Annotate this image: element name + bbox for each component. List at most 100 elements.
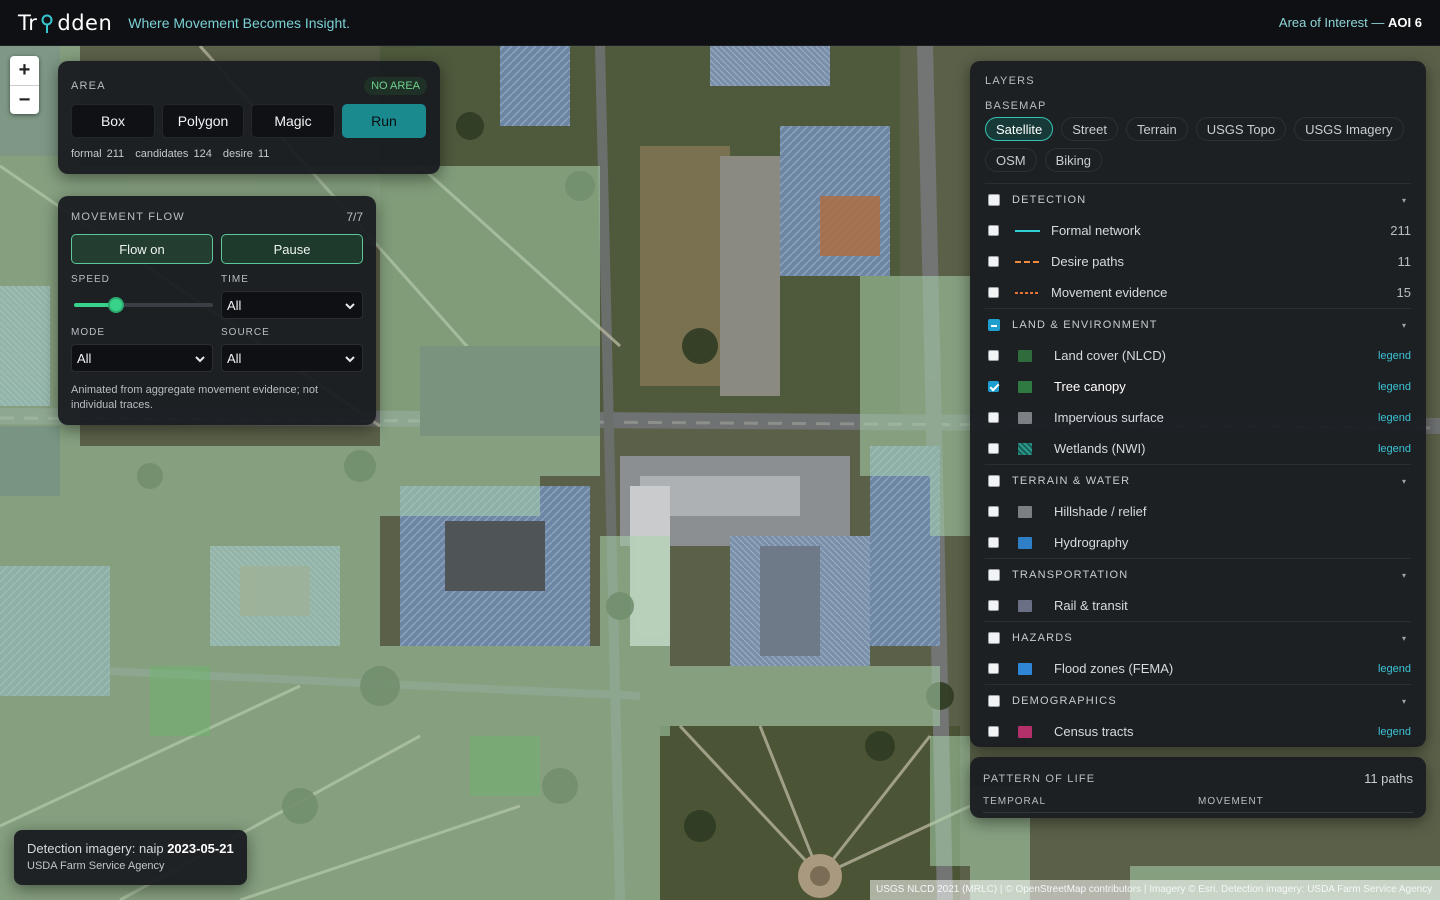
section-checkbox[interactable] — [988, 569, 1000, 581]
caret-down-icon[interactable]: ▾ — [1402, 697, 1406, 706]
area-stats: formal 211 candidates 124 desire 11 — [71, 148, 427, 160]
basemap-chip-usgs-imagery[interactable]: USGS Imagery — [1294, 117, 1404, 141]
color-swatch — [1018, 349, 1032, 362]
layer-checkbox[interactable] — [988, 663, 999, 674]
layer-row-impervious-surface[interactable]: Impervious surface legend — [985, 402, 1411, 433]
caret-down-icon[interactable]: ▾ — [1402, 196, 1406, 205]
section-checkbox[interactable] — [988, 319, 1000, 331]
layer-checkbox[interactable] — [988, 381, 999, 392]
speed-label: SPEED — [71, 274, 110, 285]
color-swatch — [1018, 599, 1032, 612]
layer-row-wetlands-nwi[interactable]: Wetlands (NWI) legend — [985, 433, 1411, 464]
section-checkbox[interactable] — [988, 632, 1000, 644]
layer-label: Hillshade / relief — [1054, 504, 1147, 519]
section-checkbox[interactable] — [988, 475, 1000, 487]
location-pin-icon — [41, 14, 53, 33]
legend-link[interactable]: legend — [1378, 412, 1411, 424]
layer-checkbox[interactable] — [988, 287, 999, 298]
layer-row-tree-canopy[interactable]: Tree canopy legend — [985, 371, 1411, 402]
run-button[interactable]: Run — [342, 104, 426, 138]
legend-link[interactable]: legend — [1378, 381, 1411, 393]
speed-slider[interactable] — [71, 291, 213, 319]
color-swatch — [1018, 442, 1032, 455]
source-select[interactable]: All — [221, 344, 363, 372]
paths-count: 11 paths — [1364, 771, 1413, 786]
layer-checkbox[interactable] — [988, 537, 999, 548]
layer-section-terrain-water[interactable]: TERRAIN & WATER ▾ — [985, 466, 1411, 496]
caret-down-icon[interactable]: ▾ — [1402, 634, 1406, 643]
magic-button[interactable]: Magic — [251, 104, 335, 138]
layer-row-formal-network[interactable]: Formal network 211 — [985, 215, 1411, 246]
caret-down-icon[interactable]: ▾ — [1402, 571, 1406, 580]
formal-count: formal 211 — [71, 148, 125, 160]
basemap-chip-terrain[interactable]: Terrain — [1125, 117, 1188, 141]
layer-section-land-environment[interactable]: LAND & ENVIRONMENT ▾ — [985, 310, 1411, 340]
map-attribution[interactable]: USGS NLCD 2021 (MRLC) | © OpenStreetMap … — [870, 880, 1440, 900]
flow-note: Animated from aggregate movement evidenc… — [71, 384, 319, 411]
time-select[interactable]: All — [221, 291, 363, 319]
layer-checkbox[interactable] — [988, 350, 999, 361]
slider-thumb[interactable] — [108, 297, 124, 313]
basemap-label: BASEMAP — [985, 100, 1047, 112]
layer-section-transportation[interactable]: TRANSPORTATION ▾ — [985, 560, 1411, 590]
basemap-chip-street[interactable]: Street — [1061, 117, 1118, 141]
layer-label: Tree canopy — [1054, 379, 1126, 394]
zoom-out-button[interactable]: − — [10, 85, 39, 114]
layer-row-land-cover-nlcd[interactable]: Land cover (NLCD) legend — [985, 340, 1411, 371]
basemap-chip-biking[interactable]: Biking — [1044, 148, 1103, 172]
layer-section-detection[interactable]: DETECTION ▾ — [985, 185, 1411, 215]
flow-on-button[interactable]: Flow on — [71, 234, 213, 264]
layer-row-rail-transit[interactable]: Rail & transit — [985, 590, 1411, 621]
pause-button[interactable]: Pause — [221, 234, 363, 264]
legend-link[interactable]: legend — [1378, 350, 1411, 362]
legend-link[interactable]: legend — [1378, 726, 1411, 738]
layer-checkbox[interactable] — [988, 506, 999, 517]
aoi-prefix: Area of Interest — — [1278, 15, 1385, 30]
layer-checkbox[interactable] — [988, 726, 999, 737]
layer-checkbox[interactable] — [988, 600, 999, 611]
caret-down-icon[interactable]: ▾ — [1402, 321, 1406, 330]
section-checkbox[interactable] — [988, 194, 1000, 206]
layer-label: Wetlands (NWI) — [1054, 441, 1146, 456]
detection-imagery-info: Detection imagery: naip 2023-05-21 USDA … — [14, 830, 247, 885]
layer-row-flood-zones-fema[interactable]: Flood zones (FEMA) legend — [985, 653, 1411, 684]
color-swatch — [1018, 725, 1032, 738]
layer-section-hazards[interactable]: HAZARDS ▾ — [985, 623, 1411, 653]
legend-link[interactable]: legend — [1378, 663, 1411, 675]
caret-down-icon[interactable]: ▾ — [1402, 477, 1406, 486]
movement-tab[interactable]: MOVEMENT — [1198, 796, 1413, 813]
layer-row-desire-paths[interactable]: Desire paths 11 — [985, 246, 1411, 277]
zoom-control: + − — [10, 56, 39, 114]
layer-checkbox[interactable] — [988, 412, 999, 423]
layer-checkbox[interactable] — [988, 443, 999, 454]
section-title: DETECTION — [1012, 194, 1087, 206]
layer-section-demographics[interactable]: DEMOGRAPHICS ▾ — [985, 686, 1411, 716]
desire-count: desire 11 — [222, 148, 270, 160]
zoom-in-button[interactable]: + — [10, 56, 39, 85]
flow-count: 7/7 — [346, 210, 363, 224]
layers-title: LAYERS — [985, 75, 1035, 87]
layer-row-hydrography[interactable]: Hydrography — [985, 527, 1411, 558]
movement-flow-title: MOVEMENT FLOW — [71, 211, 185, 223]
basemap-chip-usgs-topo[interactable]: USGS Topo — [1195, 117, 1287, 141]
section-title: HAZARDS — [1012, 632, 1073, 644]
section-title: LAND & ENVIRONMENT — [1012, 319, 1158, 331]
layer-row-census-tracts[interactable]: Census tracts legend — [985, 716, 1411, 747]
mode-select[interactable]: All — [71, 344, 213, 372]
mode-select-value: All — [77, 350, 92, 366]
layer-checkbox[interactable] — [988, 256, 999, 267]
layer-row-movement-evidence[interactable]: Movement evidence 15 — [985, 277, 1411, 308]
temporal-tab[interactable]: TEMPORAL — [983, 796, 1198, 813]
area-of-interest-label[interactable]: Area of Interest — AOI 6 — [1279, 15, 1422, 30]
polygon-button[interactable]: Polygon — [162, 104, 244, 138]
basemap-chip-satellite[interactable]: Satellite — [985, 117, 1054, 141]
layer-checkbox[interactable] — [988, 225, 999, 236]
layer-row-hillshade-relief[interactable]: Hillshade / relief — [985, 496, 1411, 527]
section-checkbox[interactable] — [988, 695, 1000, 707]
candidates-count: candidates 124 — [135, 148, 212, 160]
basemap-chip-osm[interactable]: OSM — [985, 148, 1037, 172]
source-label: SOURCE — [221, 327, 270, 338]
box-button[interactable]: Box — [71, 104, 155, 138]
legend-link[interactable]: legend — [1378, 443, 1411, 455]
app-logo[interactable]: Tr dden — [18, 11, 112, 35]
